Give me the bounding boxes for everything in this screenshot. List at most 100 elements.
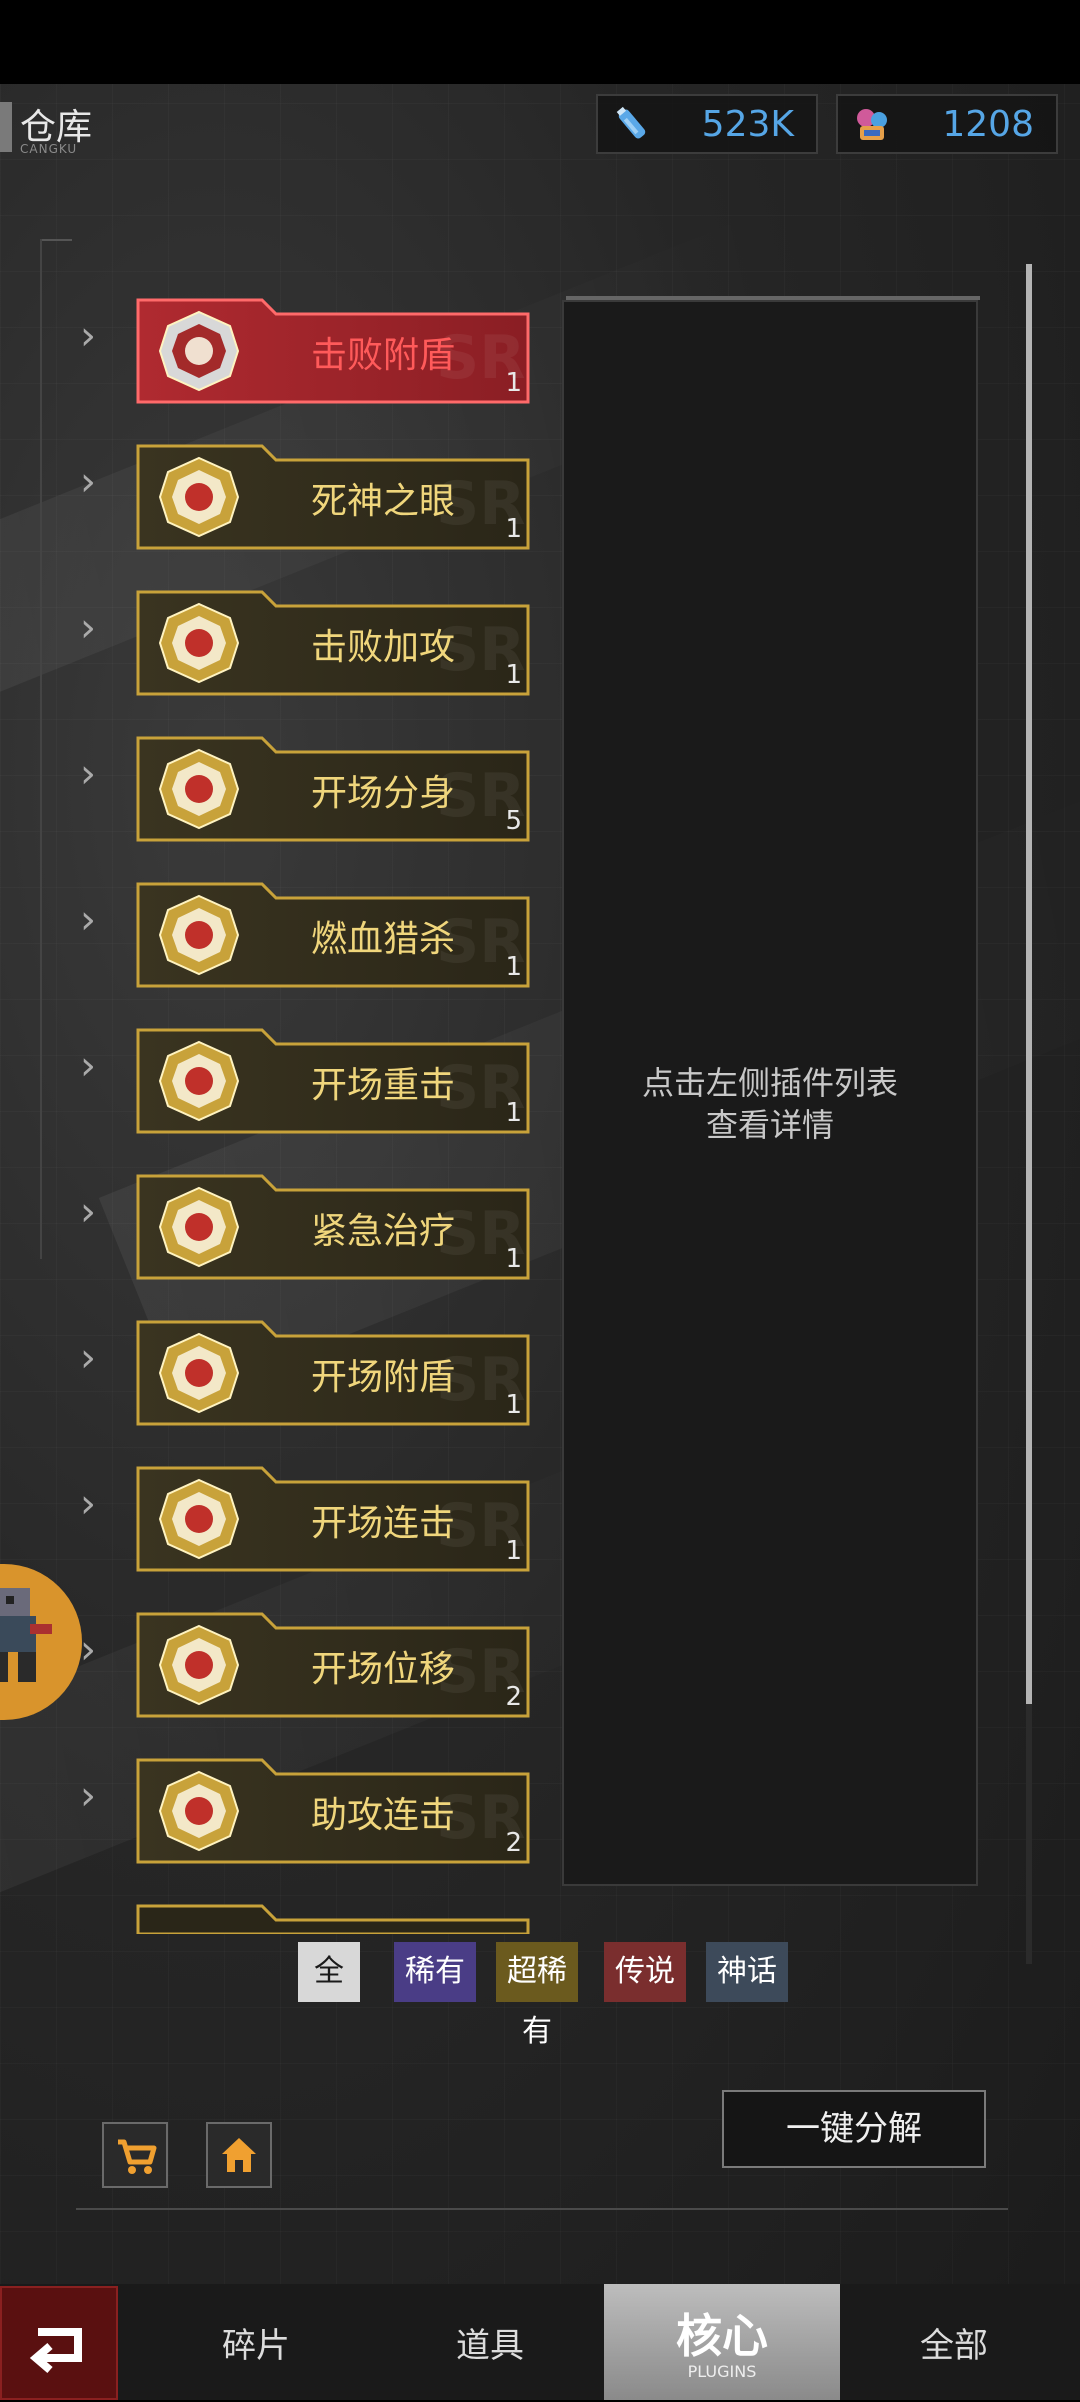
- chevron-right-icon: ›: [80, 1481, 96, 1527]
- plugin-name: 死神之眼: [310, 481, 455, 522]
- plugin-name: 开场分身: [310, 773, 455, 814]
- home-button[interactable]: [206, 2122, 272, 2188]
- plugin-card[interactable]: SR 死神之眼 1: [136, 444, 530, 550]
- plugin-card[interactable]: SR 助攻连击 2: [136, 1758, 530, 1864]
- plugin-row[interactable]: › SR 开场重击 1: [0, 1014, 560, 1154]
- warehouse-screen: 仓库 CANGKU 523K 1208 › SR 击败附盾 1 › SR 死神之眼 1 › SR 击…: [0, 84, 1080, 2400]
- plugin-count: 1: [505, 952, 522, 982]
- plugin-card[interactable]: SR 开场附盾 1: [136, 1320, 530, 1426]
- plugin-count: 1: [505, 1244, 522, 1274]
- chevron-right-icon: ›: [80, 459, 96, 505]
- filter-chip[interactable]: 超稀有: [496, 1942, 578, 2049]
- plugin-card[interactable]: SR 击败加攻 1: [136, 590, 530, 696]
- back-arrow-icon: [29, 2328, 82, 2374]
- chevron-right-icon: ›: [80, 1773, 96, 1819]
- currency-energy[interactable]: 523K: [596, 94, 818, 154]
- detail-hint: 点击左侧插件列表 查看详情: [564, 1062, 976, 1146]
- sword-icon: [158, 456, 240, 538]
- back-button[interactable]: [0, 2286, 118, 2400]
- plugin-row-partial[interactable]: [0, 1890, 560, 2004]
- plugin-card-frame: [136, 1904, 530, 1934]
- plugin-row[interactable]: › SR 死神之眼 1: [0, 430, 560, 570]
- chevron-right-icon: ›: [80, 1627, 96, 1673]
- plugin-name: 燃血猎杀: [310, 919, 455, 960]
- plugin-count: 1: [505, 514, 522, 544]
- gems-icon: [857, 109, 887, 140]
- plugin-card[interactable]: SR 开场分身 5: [136, 736, 530, 842]
- character-avatar[interactable]: [0, 1564, 82, 1720]
- chevron-right-icon: ›: [80, 1335, 96, 1381]
- plugin-row[interactable]: › SR 紧急治疗 1: [0, 1160, 560, 1300]
- cart-icon: [118, 2139, 157, 2174]
- shop-button[interactable]: [102, 2122, 168, 2188]
- heal-icon: [158, 1186, 240, 1268]
- chevron-right-icon: ›: [80, 897, 96, 943]
- plugin-name: 击败附盾: [310, 335, 455, 376]
- plugin-row[interactable]: › SR 击败附盾 1: [0, 284, 560, 424]
- filter-chip[interactable]: 稀有: [394, 1942, 476, 2002]
- pixel-character-icon: [0, 1588, 52, 1682]
- plugin-row[interactable]: › SR 助攻连击 2: [0, 1744, 560, 1884]
- plugin-row[interactable]: › SR 开场分身 5: [0, 722, 560, 862]
- assist-icon: [158, 1770, 240, 1852]
- plugin-card[interactable]: SR 击败附盾 1: [136, 298, 530, 404]
- shield-icon: [158, 1332, 240, 1414]
- tab-core-sublabel: PLUGINS: [687, 2362, 757, 2381]
- chevron-right-icon: ›: [80, 1043, 96, 1089]
- currency-energy-value: 523K: [701, 104, 794, 145]
- filter-chip[interactable]: 全: [298, 1942, 360, 2002]
- blood-icon: [158, 894, 240, 976]
- plugin-count: 1: [505, 368, 522, 398]
- plugin-row[interactable]: › SR 燃血猎杀 1: [0, 868, 560, 1008]
- plugin-count: 1: [505, 1390, 522, 1420]
- plugin-name: 助攻连击: [310, 1795, 455, 1836]
- filter-chip[interactable]: 神话: [706, 1942, 788, 2002]
- tab-fragments[interactable]: 碎片: [156, 2318, 356, 2367]
- plugin-count: 2: [505, 1682, 522, 1712]
- plugin-row[interactable]: › SR 击败加攻 1: [0, 576, 560, 716]
- clone-icon: [158, 748, 240, 830]
- plugin-name: 开场附盾: [310, 1357, 455, 1398]
- plugin-row[interactable]: › SR 开场位移 2: [0, 1598, 560, 1738]
- detail-hint-line1: 点击左侧插件列表: [641, 1064, 898, 1102]
- filter-chip[interactable]: 传说: [604, 1942, 686, 2002]
- chevron-right-icon: ›: [80, 605, 96, 651]
- plugin-name: 开场位移: [310, 1649, 455, 1690]
- plugin-count: 1: [505, 1536, 522, 1566]
- plugin-row[interactable]: › SR 开场附盾 1: [0, 1306, 560, 1446]
- shield-icon: [158, 310, 240, 392]
- status-bar: [0, 0, 1080, 84]
- plugin-count: 1: [505, 660, 522, 690]
- tab-items[interactable]: 道具: [390, 2318, 590, 2367]
- tab-all[interactable]: 全部: [854, 2318, 1054, 2367]
- plugin-name: 开场重击: [310, 1065, 455, 1106]
- scrollbar-thumb[interactable]: [1026, 264, 1032, 1704]
- one-click-decompose-button[interactable]: 一键分解: [722, 2090, 986, 2168]
- currency-gems[interactable]: 1208: [836, 94, 1058, 154]
- list-bracket: [40, 239, 72, 241]
- chevron-right-icon: ›: [80, 313, 96, 359]
- plugin-card[interactable]: SR 燃血猎杀 1: [136, 882, 530, 988]
- plugin-card[interactable]: SR 开场连击 1: [136, 1466, 530, 1572]
- plugin-count: 2: [505, 1828, 522, 1858]
- plugin-card[interactable]: SR 开场位移 2: [136, 1612, 530, 1718]
- detail-hint-line2: 查看详情: [705, 1106, 834, 1144]
- plugin-name: 击败加攻: [310, 627, 455, 668]
- tab-core[interactable]: 核心 PLUGINS: [604, 2284, 840, 2400]
- plugin-name: 开场连击: [310, 1503, 455, 1544]
- plugin-row[interactable]: › SR 开场连击 1: [0, 1452, 560, 1592]
- heavy-hit-icon: [158, 1040, 240, 1122]
- plugin-card[interactable]: SR 紧急治疗 1: [136, 1174, 530, 1280]
- energy-bottle-icon: [616, 106, 646, 139]
- chevron-right-icon: ›: [80, 1189, 96, 1235]
- plugin-list[interactable]: › SR 击败附盾 1 › SR 死神之眼 1 › SR 击败加攻 1 › SR 开场分身 5 › SR 燃血猎杀 1…: [0, 284, 560, 2004]
- page-subtitle: CANGKU: [20, 142, 78, 156]
- currency-gems-value: 1208: [942, 104, 1034, 145]
- tab-core-label: 核心: [676, 2309, 768, 2363]
- home-icon: [222, 2138, 256, 2172]
- blade-icon: [158, 602, 240, 684]
- bottom-divider: [76, 2208, 1008, 2210]
- title-marker: [0, 102, 12, 152]
- plugin-card[interactable]: SR 开场重击 1: [136, 1028, 530, 1134]
- detail-panel: 点击左侧插件列表 查看详情: [562, 300, 978, 1886]
